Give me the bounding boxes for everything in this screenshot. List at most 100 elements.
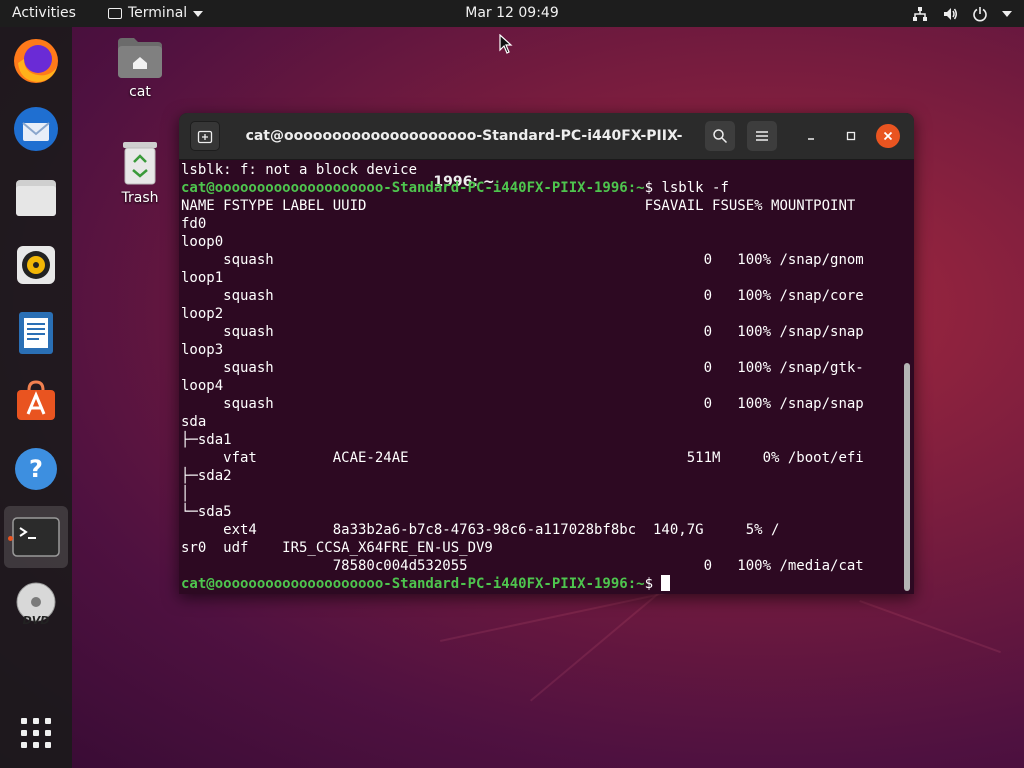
terminal-line-text: squash 0 100% /snap/gnom: [181, 252, 864, 268]
terminal-line-text: loop4: [181, 378, 224, 394]
top-bar: Activities Terminal Mar 12 09:49: [0, 0, 1024, 27]
desktop-trash-label: Trash: [121, 190, 159, 206]
desktop-trash[interactable]: Trash: [100, 140, 180, 206]
show-applications[interactable]: [4, 702, 68, 764]
text-cursor: [661, 575, 671, 591]
chevron-down-icon: [193, 10, 204, 17]
close-button[interactable]: [876, 124, 900, 148]
dock: ? DVD: [0, 27, 72, 768]
terminal-line: loop4: [181, 377, 901, 395]
terminal-line-text: squash 0 100% /snap/gtk-: [181, 360, 864, 376]
files-icon: [16, 180, 56, 216]
terminal-line-text: squash 0 100% /snap/core: [181, 288, 864, 304]
trash-icon: [123, 142, 157, 185]
rhythmbox-icon: [17, 246, 55, 284]
terminal-line-text: $ lsblk -f: [644, 180, 729, 196]
dock-dvd[interactable]: DVD: [4, 574, 68, 636]
software-icon: [17, 380, 55, 420]
maximize-button[interactable]: [836, 121, 866, 151]
new-tab-button[interactable]: [190, 121, 220, 151]
terminal-line: squash 0 100% /snap/core: [181, 287, 901, 305]
mouse-pointer-icon: [499, 34, 513, 54]
app-menu-label: Terminal: [128, 5, 188, 21]
thunderbird-icon: [14, 107, 58, 151]
search-button[interactable]: [705, 121, 735, 151]
dock-files[interactable]: [4, 166, 68, 228]
menu-button[interactable]: [747, 121, 777, 151]
running-indicator: [8, 536, 13, 541]
terminal-line-text: loop2: [181, 306, 224, 322]
shell-prompt: cat@oooooooooooooooooooo-Standard-PC-i44…: [181, 576, 645, 591]
terminal-line-text: fd0: [181, 216, 207, 232]
desktop-home-folder[interactable]: cat: [100, 36, 180, 100]
terminal-line: ├─sda2: [181, 467, 901, 485]
terminal-line-text: loop1: [181, 270, 224, 286]
terminal-line-text: loop3: [181, 342, 224, 358]
terminal-headerbar[interactable]: cat@oooooooooooooooooooo-Standard-PC-i44…: [179, 113, 914, 190]
terminal-line: lsblk: f: not a block device: [181, 161, 901, 179]
dock-writer[interactable]: [4, 302, 68, 364]
terminal-line: vfat ACAE-24AE 511M 0% /boot/efi: [181, 449, 901, 467]
dock-thunderbird[interactable]: [4, 98, 68, 160]
search-icon: [713, 129, 728, 144]
terminal-icon: [12, 517, 60, 557]
terminal-line: squash 0 100% /snap/gtk-: [181, 359, 901, 377]
terminal-line: loop0: [181, 233, 901, 251]
terminal-window[interactable]: cat@oooooooooooooooooooo-Standard-PC-i44…: [179, 113, 914, 594]
app-grid-icon: [21, 718, 51, 748]
terminal-line-text: sda: [181, 414, 207, 430]
desktop-home-label: cat: [129, 84, 151, 100]
activities-button[interactable]: Activities: [12, 0, 76, 27]
help-icon: ?: [15, 448, 57, 490]
status-area[interactable]: [912, 0, 1012, 27]
dvd-icon: DVD: [16, 582, 56, 627]
dock-software[interactable]: [4, 370, 68, 432]
terminal-line-text: $: [644, 576, 662, 591]
terminal-line: loop2: [181, 305, 901, 323]
new-tab-icon: [197, 130, 213, 144]
terminal-line-text: squash 0 100% /snap/snap: [181, 324, 864, 340]
terminal-line-text: loop0: [181, 234, 224, 250]
dvd-label: DVD: [23, 614, 50, 627]
terminal-line: sr0 udf IR5_CCSA_X64FRE_EN-US_DV9: [181, 539, 901, 557]
terminal-line: squash 0 100% /snap/snap: [181, 323, 901, 341]
terminal-line-text: squash 0 100% /snap/snap: [181, 396, 864, 412]
power-icon: [973, 6, 987, 21]
dock-terminal[interactable]: [4, 506, 68, 568]
close-icon: [883, 131, 893, 141]
terminal-line: └─sda5: [181, 503, 901, 521]
terminal-line-text: 78580c004d532055 0 100% /media/cat: [181, 558, 864, 574]
terminal-line-text: ├─sda1: [181, 432, 232, 448]
terminal-line: squash 0 100% /snap/gnom: [181, 251, 901, 269]
svg-text:?: ?: [29, 455, 43, 483]
terminal-line-text: └─sda5: [181, 504, 232, 520]
volume-icon: [944, 7, 957, 20]
terminal-icon: [108, 8, 122, 19]
dock-rhythmbox[interactable]: [4, 234, 68, 296]
terminal-line: fd0: [181, 215, 901, 233]
dock-help[interactable]: ?: [4, 438, 68, 500]
terminal-line: ext4 8a33b2a6-b7c8-4763-98c6-a117028bf8b…: [181, 521, 901, 539]
terminal-line: squash 0 100% /snap/snap: [181, 395, 901, 413]
terminal-output[interactable]: lsblk: f: not a block device cat@oooooooo…: [181, 161, 901, 591]
writer-icon: [19, 312, 53, 354]
terminal-line-text: sr0 udf IR5_CCSA_X64FRE_EN-US_DV9: [181, 540, 493, 556]
clock[interactable]: Mar 12 09:49: [465, 5, 558, 21]
terminal-line-text: NAME FSTYPE LABEL UUID FSAVAIL FSUSE% MO…: [181, 198, 856, 214]
terminal-line-text: lsblk: f: not a block device: [181, 162, 418, 178]
terminal-scrollbar[interactable]: [904, 363, 910, 591]
terminal-line: cat@oooooooooooooooooooo-Standard-PC-i44…: [181, 575, 901, 591]
home-folder-icon: [118, 38, 162, 78]
terminal-line: 78580c004d532055 0 100% /media/cat: [181, 557, 901, 575]
dock-firefox[interactable]: [4, 30, 68, 92]
terminal-line-text: ├─sda2: [181, 468, 232, 484]
terminal-line: NAME FSTYPE LABEL UUID FSAVAIL FSUSE% MO…: [181, 197, 901, 215]
terminal-line: loop3: [181, 341, 901, 359]
terminal-line: loop1: [181, 269, 901, 287]
minimize-button[interactable]: [796, 121, 826, 151]
firefox-icon: [14, 39, 58, 83]
network-icon: [913, 6, 927, 21]
minimize-icon: [808, 138, 814, 140]
app-menu-terminal[interactable]: Terminal: [108, 0, 204, 27]
terminal-line-text: ext4 8a33b2a6-b7c8-4763-98c6-a117028bf8b…: [181, 522, 780, 538]
